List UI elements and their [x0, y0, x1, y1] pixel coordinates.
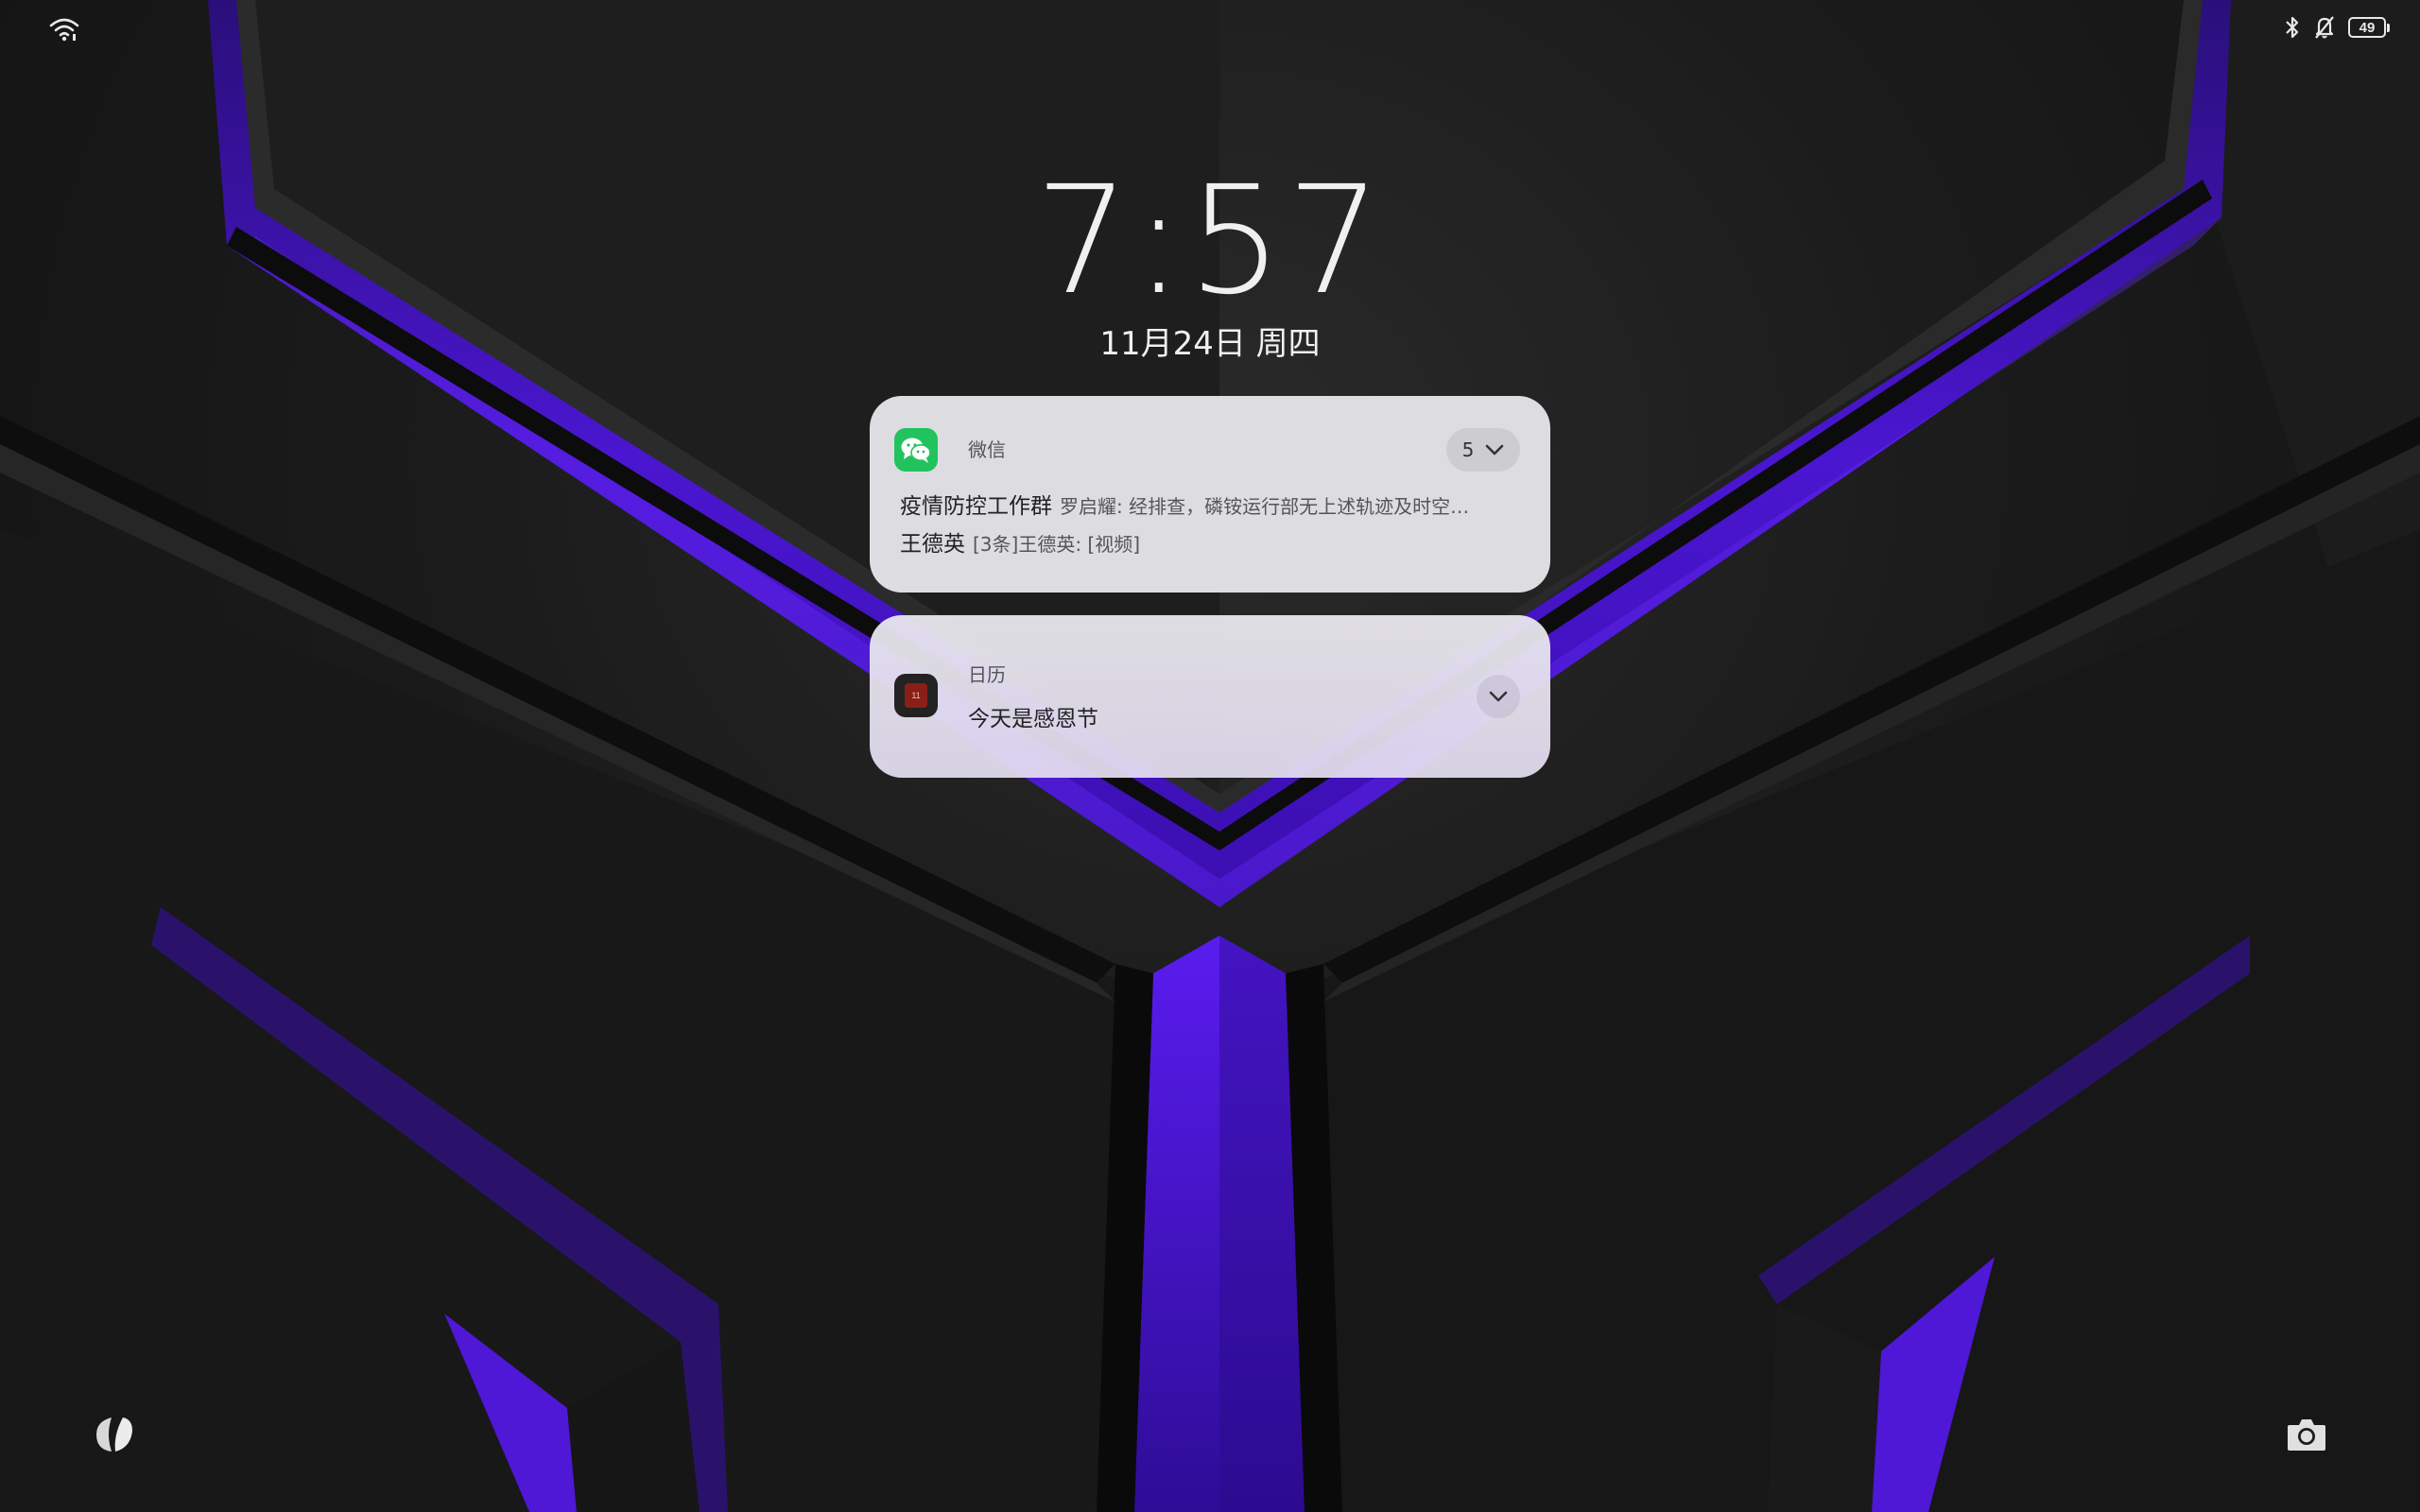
lock-clock: 7:57 — [1034, 154, 1386, 328]
wifi-icon — [49, 17, 79, 42]
notification-wechat[interactable]: 微信 5 疫情防控工作群 罗启耀: 经排查，磷铵运行部无上述轨迹及时空… 王德英 [… — [870, 396, 1550, 593]
wechat-icon — [894, 428, 938, 472]
notification-message: 王德英 [3条]王德英: [视频] — [900, 528, 1524, 562]
expand-button[interactable] — [1477, 675, 1520, 718]
battery-level: 49 — [2359, 19, 2376, 36]
status-icons: 49 — [2284, 13, 2390, 42]
notification-app-name: 日历 — [968, 663, 1006, 686]
battery-icon: 49 — [2348, 17, 2390, 38]
notification-message: 疫情防控工作群 罗启耀: 经排查，磷铵运行部无上述轨迹及时空… — [900, 490, 1524, 524]
calendar-icon: 11 — [894, 674, 938, 717]
lock-date: 11月24日 周四 — [1099, 325, 1321, 363]
notification-count: 5 — [1461, 438, 1475, 461]
message-text: 罗启耀: 经排查，磷铵运行部无上述轨迹及时空… — [1060, 495, 1470, 518]
expand-group-button[interactable]: 5 — [1446, 428, 1520, 472]
leaf-icon[interactable] — [91, 1414, 136, 1455]
message-sender: 王德英 — [900, 532, 965, 557]
message-sender: 疫情防控工作群 — [900, 494, 1052, 519]
notification-calendar[interactable]: 11 日历 今天是感恩节 — [870, 615, 1550, 778]
bluetooth-icon — [2284, 15, 2301, 40]
lock-screen: 49 7:57 11月24日 周四 微信 5 疫情防控工作群 罗启耀: 经排查，… — [0, 0, 2420, 1512]
bell-muted-icon — [2314, 15, 2335, 40]
chevron-down-icon — [1486, 444, 1504, 455]
chevron-down-icon — [1489, 691, 1508, 702]
calendar-icon-number: 11 — [905, 683, 927, 708]
message-text: [3条]王德英: [视频] — [973, 533, 1141, 556]
notification-text: 今天是感恩节 — [968, 707, 1098, 731]
camera-icon[interactable] — [2286, 1416, 2327, 1453]
notification-app-name: 微信 — [968, 438, 1006, 461]
